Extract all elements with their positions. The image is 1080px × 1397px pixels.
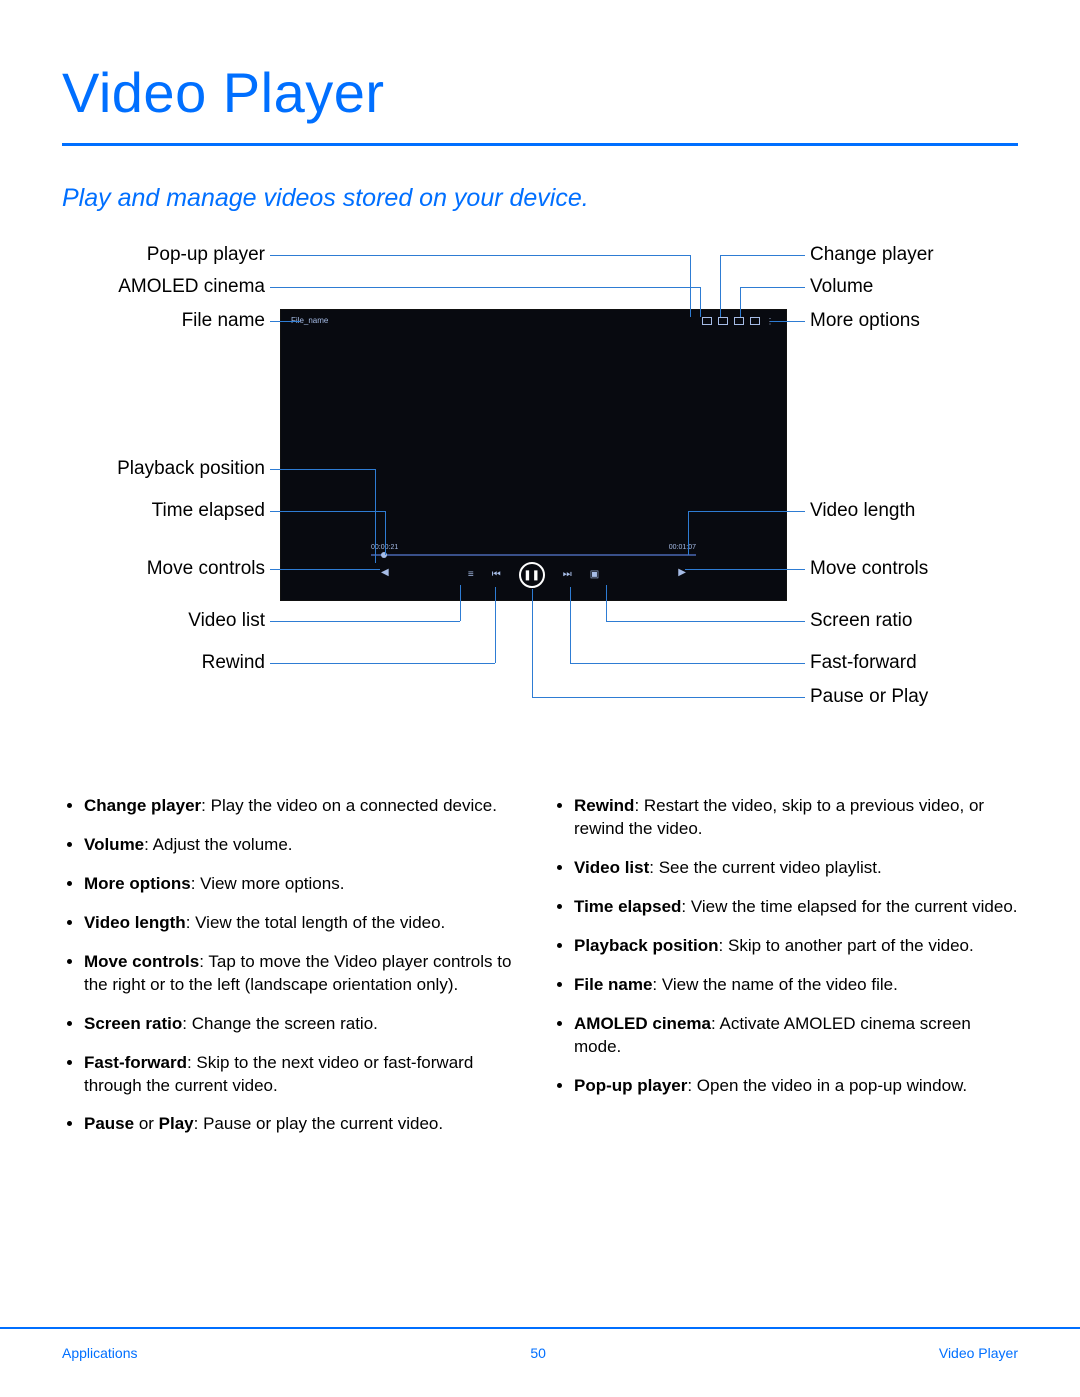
label-elapsed: Time elapsed bbox=[90, 501, 265, 520]
bullet: Change player: Play the video on a conne… bbox=[84, 795, 528, 818]
bullet: Screen ratio: Change the screen ratio. bbox=[84, 1013, 528, 1036]
bullet: Video list: See the current video playli… bbox=[574, 857, 1018, 880]
rewind-icon: ⏮ bbox=[492, 570, 501, 580]
label-file-name: File name bbox=[90, 311, 265, 330]
bullet: Fast-forward: Skip to the next video or … bbox=[84, 1052, 528, 1098]
subtitle: Play and manage videos stored on your de… bbox=[62, 184, 1018, 213]
label-pause: Pause or Play bbox=[810, 687, 928, 706]
bullet: Pause or Play: Pause or play the current… bbox=[84, 1113, 528, 1136]
label-volume: Volume bbox=[810, 277, 873, 296]
amoled-icon bbox=[718, 317, 728, 325]
label-rewind: Rewind bbox=[90, 653, 265, 672]
play-icon: ❚❚ bbox=[519, 562, 545, 588]
bullet: Rewind: Restart the video, skip to a pre… bbox=[574, 795, 1018, 841]
ffwd-icon: ⏭ bbox=[563, 570, 572, 580]
label-ratio: Screen ratio bbox=[810, 611, 912, 630]
bullet: AMOLED cinema: Activate AMOLED cinema sc… bbox=[574, 1013, 1018, 1059]
label-length: Video length bbox=[810, 501, 915, 520]
label-popup-player: Pop-up player bbox=[90, 245, 265, 264]
title-divider bbox=[62, 143, 1018, 146]
page-footer: Applications 50 Video Player bbox=[0, 1327, 1080, 1361]
bullet: Pop-up player: Open the video in a pop-u… bbox=[574, 1075, 1018, 1098]
footer-left: Applications bbox=[62, 1345, 138, 1361]
time-total: 00:01:07 bbox=[669, 544, 696, 551]
bullets-left: Change player: Play the video on a conne… bbox=[62, 795, 528, 1136]
label-more: More options bbox=[810, 311, 920, 330]
bullet: Volume: Adjust the volume. bbox=[84, 834, 528, 857]
label-ffwd: Fast-forward bbox=[810, 653, 917, 672]
label-playback: Playback position bbox=[90, 459, 265, 478]
list-icon: ≡ bbox=[468, 570, 474, 580]
page-title: Video Player bbox=[62, 60, 1018, 125]
bullets-right: Rewind: Restart the video, skip to a pre… bbox=[552, 795, 1018, 1097]
bullet: File name: View the name of the video fi… bbox=[574, 974, 1018, 997]
player-screenshot: File_name ⋮ ◀ ▶ 00:00:21 00:01:07 ≡ bbox=[280, 309, 787, 601]
bullet: Time elapsed: View the time elapsed for … bbox=[574, 896, 1018, 919]
footer-page: 50 bbox=[530, 1345, 546, 1361]
volume-icon bbox=[750, 317, 760, 325]
label-move-left: Move controls bbox=[90, 559, 265, 578]
progress-bar bbox=[371, 554, 696, 556]
bullet: Move controls: Tap to move the Video pla… bbox=[84, 951, 528, 997]
popup-icon bbox=[702, 317, 712, 325]
label-list: Video list bbox=[90, 611, 265, 630]
label-move-right: Move controls bbox=[810, 559, 928, 578]
label-amoled: AMOLED cinema bbox=[90, 277, 265, 296]
label-change-player: Change player bbox=[810, 245, 934, 264]
diagram: File_name ⋮ ◀ ▶ 00:00:21 00:01:07 ≡ bbox=[90, 245, 990, 765]
bullet: More options: View more options. bbox=[84, 873, 528, 896]
change-player-icon bbox=[734, 317, 744, 325]
ratio-icon: ▣ bbox=[590, 570, 599, 580]
bullet: Playback position: Skip to another part … bbox=[574, 935, 1018, 958]
footer-right: Video Player bbox=[939, 1345, 1018, 1361]
bullet: Video length: View the total length of t… bbox=[84, 912, 528, 935]
bullets: Change player: Play the video on a conne… bbox=[62, 795, 1018, 1152]
